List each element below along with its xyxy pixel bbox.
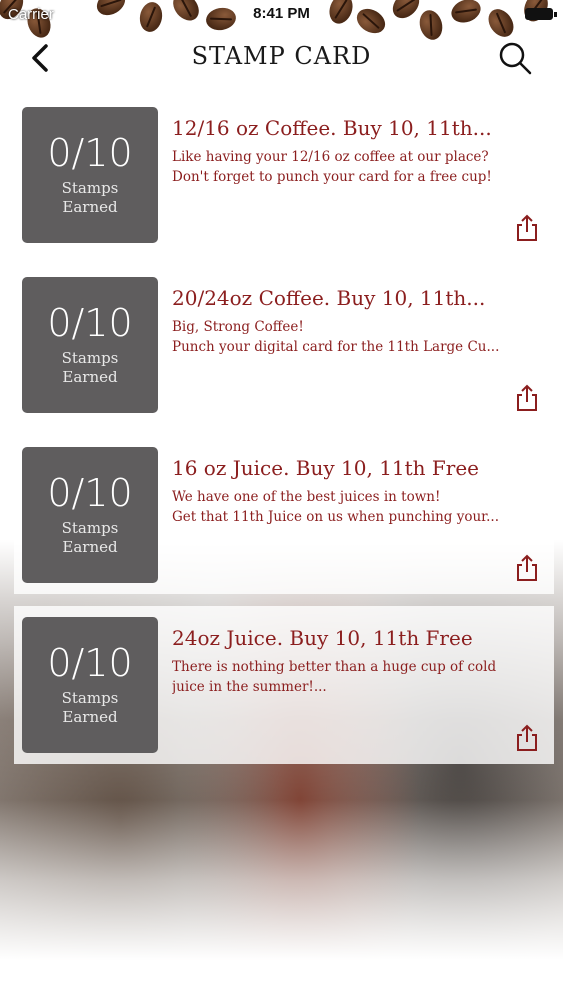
stamp-label-line-1: Stamps <box>61 519 119 537</box>
stamp-label: Stamps Earned <box>22 689 158 727</box>
card-title: 12/16 oz Coffee. Buy 10, 11th... <box>172 116 492 140</box>
stamp-label-line-2: Earned <box>62 198 118 216</box>
share-icon[interactable] <box>514 554 540 582</box>
search-icon[interactable] <box>497 40 533 76</box>
card-description-line-1: We have one of the best juices in town! <box>172 489 441 505</box>
stamp-card[interactable]: 0/10 Stamps Earned 20/24oz Coffee. Buy 1… <box>14 266 554 424</box>
card-description-line-1: Like having your 12/16 oz coffee at our … <box>172 149 489 165</box>
card-description: We have one of the best juices in town! … <box>172 487 548 527</box>
stamp-label-line-2: Earned <box>62 538 118 556</box>
status-time: 8:41 PM <box>253 5 310 22</box>
card-description-line-2: juice in the summer!... <box>172 679 327 695</box>
share-icon[interactable] <box>514 724 540 752</box>
card-title: 16 oz Juice. Buy 10, 11th Free <box>172 456 480 480</box>
card-description-line-1: There is nothing better than a huge cup … <box>172 659 497 675</box>
card-description-line-2: Don't forget to punch your card for a fr… <box>172 169 492 185</box>
stamp-card[interactable]: 0/10 Stamps Earned 12/16 oz Coffee. Buy … <box>14 96 554 254</box>
card-description: There is nothing better than a huge cup … <box>172 657 548 697</box>
page-title: STAMP CARD <box>191 42 372 70</box>
stamp-counter: 0/10 Stamps Earned <box>22 617 158 753</box>
stamp-counter: 0/10 Stamps Earned <box>22 107 158 243</box>
stamp-label-line-1: Stamps <box>61 349 119 367</box>
stamp-label: Stamps Earned <box>22 519 158 557</box>
stamp-count: 0/10 <box>47 471 133 515</box>
card-description-line-1: Big, Strong Coffee! <box>172 319 304 335</box>
card-description-line-2: Get that 11th Juice on us when punching … <box>172 509 500 525</box>
card-title: 24oz Juice. Buy 10, 11th Free <box>172 626 473 650</box>
stamp-card[interactable]: 0/10 Stamps Earned 24oz Juice. Buy 10, 1… <box>14 606 554 764</box>
stamp-label: Stamps Earned <box>22 179 158 217</box>
share-icon[interactable] <box>514 384 540 412</box>
stamp-label-line-1: Stamps <box>61 689 119 707</box>
stamp-card[interactable]: 0/10 Stamps Earned 16 oz Juice. Buy 10, … <box>14 436 554 594</box>
status-bar: Carrier ☱ 8:41 PM <box>0 0 563 28</box>
navigation-bar: STAMP CARD <box>0 30 563 86</box>
card-title: 20/24oz Coffee. Buy 10, 11th... <box>172 286 486 310</box>
card-description: Big, Strong Coffee! Punch your digital c… <box>172 317 548 357</box>
stamp-counter: 0/10 Stamps Earned <box>22 277 158 413</box>
stamp-label-line-2: Earned <box>62 368 118 386</box>
stamp-count: 0/10 <box>47 301 133 345</box>
stamp-counter: 0/10 Stamps Earned <box>22 447 158 583</box>
card-description-line-2: Punch your digital card for the 11th Lar… <box>172 339 500 355</box>
stamp-label: Stamps Earned <box>22 349 158 387</box>
stamp-label-line-1: Stamps <box>61 179 119 197</box>
card-description: Like having your 12/16 oz coffee at our … <box>172 147 548 187</box>
stamp-count: 0/10 <box>47 641 133 685</box>
stamp-count: 0/10 <box>47 131 133 175</box>
stamp-label-line-2: Earned <box>62 708 118 726</box>
battery-icon <box>525 8 557 20</box>
share-icon[interactable] <box>514 214 540 242</box>
